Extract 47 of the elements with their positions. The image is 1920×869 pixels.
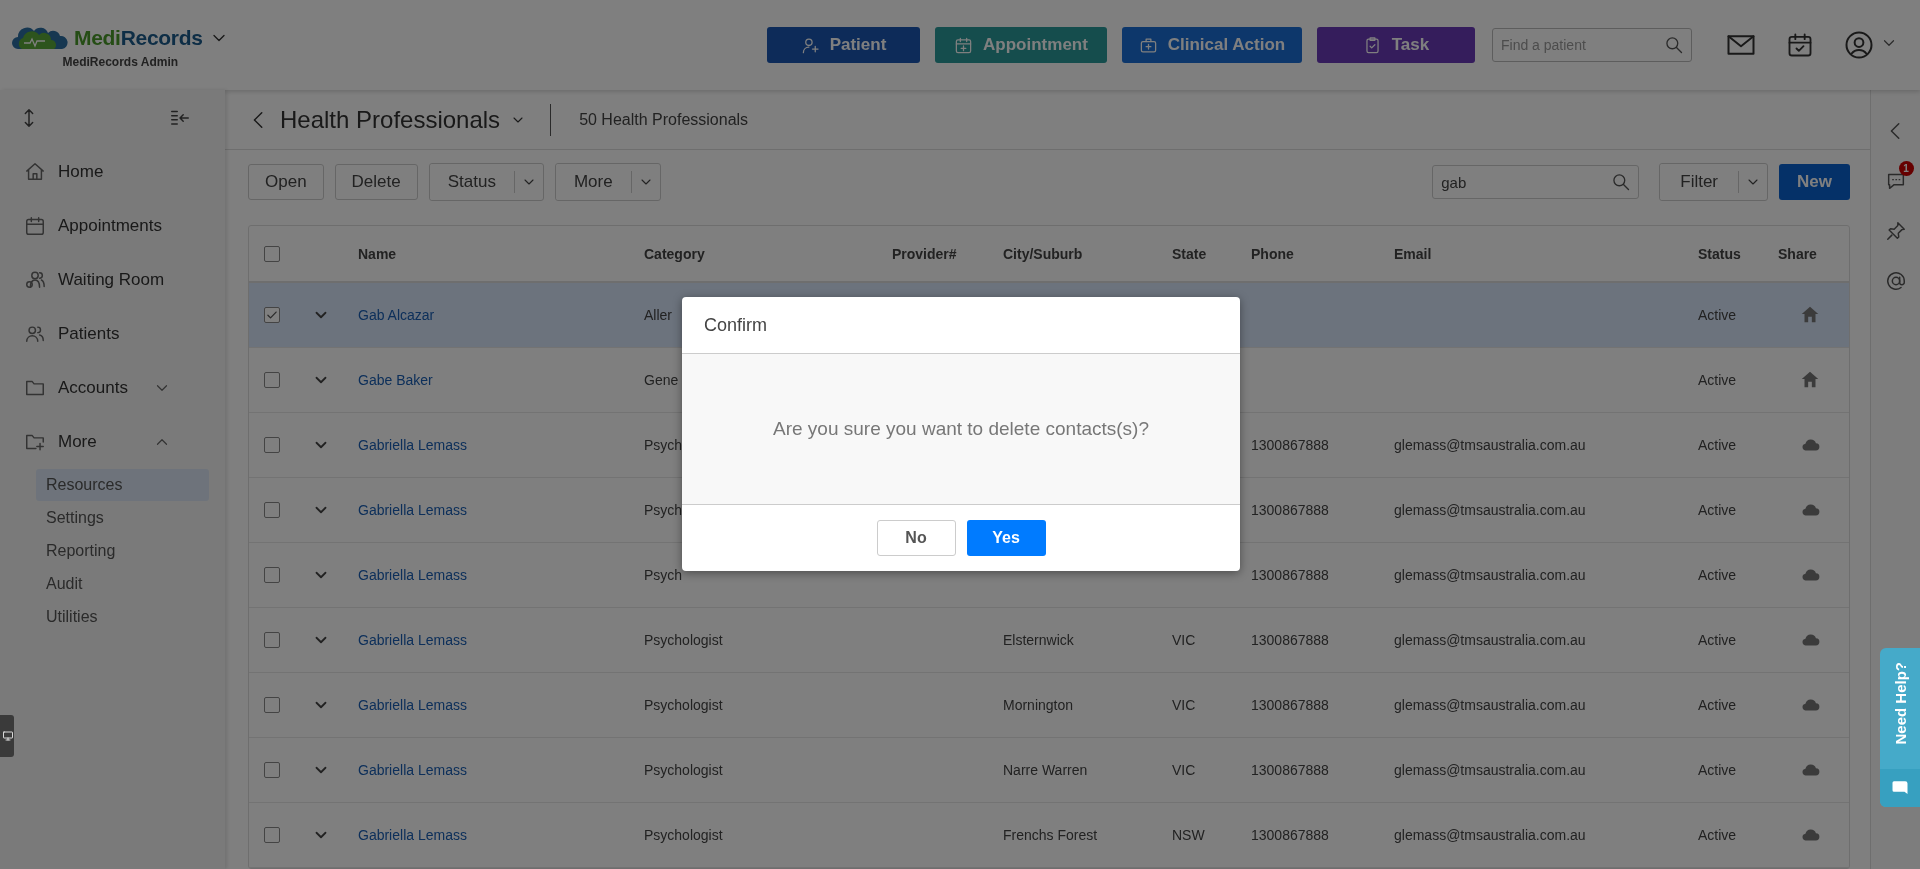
- status-cell: Active: [1698, 372, 1737, 388]
- table-cell: VIC: [1172, 632, 1196, 648]
- dialog-message: Are you sure you want to delete contacts(s)?: [773, 418, 1149, 440]
- table-cell: Gene: [644, 372, 679, 388]
- table-cell: Frenchs Forest: [1003, 827, 1098, 843]
- table-cell: glemass@tmsaustralia.com.au: [1394, 567, 1586, 583]
- table-cell: glemass@tmsaustralia.com.au: [1394, 437, 1586, 453]
- status-cell: Active: [1698, 437, 1737, 453]
- status-cell: Active: [1698, 697, 1737, 713]
- table-cell: glemass@tmsaustralia.com.au: [1394, 697, 1586, 713]
- organization-name: MediRecords Admin: [62, 55, 179, 69]
- status-cell: Active: [1698, 307, 1737, 323]
- table-cell: 1300867888: [1251, 827, 1329, 843]
- table-cell: NSW: [1172, 827, 1205, 843]
- table-cell: VIC: [1172, 762, 1196, 778]
- logo-text: MediRecords: [74, 26, 203, 50]
- status-cell: Active: [1698, 762, 1737, 778]
- status-cell: Active: [1698, 502, 1737, 518]
- table-cell: glemass@tmsaustralia.com.au: [1394, 762, 1586, 778]
- record-count: 50 Health Professionals: [579, 110, 749, 129]
- table-cell: Elsternwick: [1003, 632, 1074, 648]
- table-cell: Psychologist: [644, 762, 723, 778]
- table-cell: glemass@tmsaustralia.com.au: [1394, 502, 1586, 518]
- table-cell: Psych: [644, 437, 683, 453]
- table-cell: Psych: [644, 502, 683, 518]
- page-title: Health Professionals: [280, 105, 501, 134]
- table-cell: 1300867888: [1251, 762, 1329, 778]
- table-cell: 1300867888: [1251, 437, 1329, 453]
- table-cell: Aller: [644, 307, 672, 323]
- table-cell: 1300867888: [1251, 567, 1329, 583]
- table-cell: 1300867888: [1251, 697, 1329, 713]
- table-cell: Psychologist: [644, 827, 723, 843]
- table-cell: glemass@tmsaustralia.com.au: [1394, 827, 1586, 843]
- table-cell: 1300867888: [1251, 502, 1329, 518]
- status-cell: Active: [1698, 827, 1737, 843]
- table-cell: 1300867888: [1251, 632, 1329, 648]
- status-cell: Active: [1698, 632, 1737, 648]
- status-cell: Active: [1698, 567, 1737, 583]
- table-cell: glemass@tmsaustralia.com.au: [1394, 632, 1586, 648]
- table-cell: Mornington: [1003, 697, 1074, 713]
- table-cell: Psych: [644, 567, 683, 583]
- dialog-title: Confirm: [704, 314, 767, 336]
- table-cell: Psychologist: [644, 632, 723, 648]
- notification-badge: 1: [1898, 161, 1914, 176]
- table-cell: Narre Warren: [1003, 762, 1088, 778]
- table-cell: VIC: [1172, 697, 1196, 713]
- table-cell: Psychologist: [644, 697, 723, 713]
